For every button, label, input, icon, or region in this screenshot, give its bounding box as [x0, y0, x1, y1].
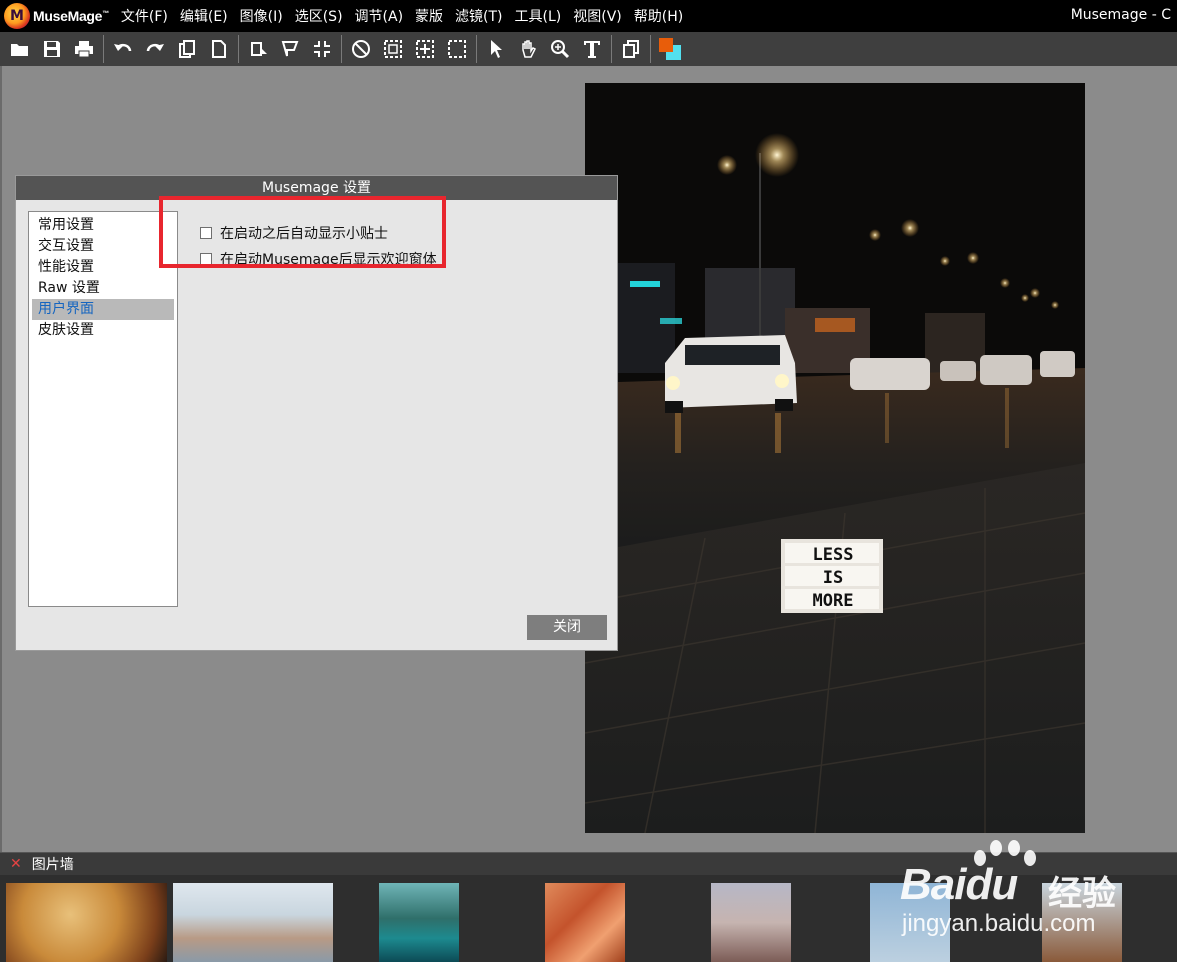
nav-item-user-interface[interactable]: 用户界面	[32, 299, 174, 320]
redo-icon[interactable]	[139, 34, 171, 64]
menu-edit[interactable]: 编辑(E)	[174, 6, 234, 26]
settings-nav-list: 常用设置 交互设置 性能设置 Raw 设置 用户界面 皮肤设置	[28, 211, 178, 607]
nav-item-general[interactable]: 常用设置	[32, 215, 174, 236]
toolbar-separator	[611, 35, 612, 63]
nav-item-performance[interactable]: 性能设置	[32, 257, 174, 278]
rect-select-icon[interactable]	[377, 34, 409, 64]
logo-letter: M	[10, 8, 24, 24]
undo-icon[interactable]	[107, 34, 139, 64]
no-selection-icon[interactable]	[345, 34, 377, 64]
new-page-icon[interactable]	[203, 34, 235, 64]
menu-image[interactable]: 图像(I)	[234, 6, 289, 26]
color-swatch-icon[interactable]	[654, 34, 686, 64]
flip-icon[interactable]	[274, 34, 306, 64]
menu-select[interactable]: 选区(S)	[289, 6, 349, 26]
sign-line-3: MORE	[813, 591, 854, 611]
open-folder-icon[interactable]	[4, 34, 36, 64]
logo-trademark: ™	[102, 10, 109, 18]
menu-view[interactable]: 视图(V)	[567, 6, 628, 26]
toolbar-separator	[650, 35, 651, 63]
thumbnail-venice[interactable]	[173, 883, 333, 962]
logo-name-text: MuseMage	[33, 8, 103, 24]
text-icon[interactable]	[576, 34, 608, 64]
menu-filter[interactable]: 滤镜(T)	[449, 6, 508, 26]
watermark-brand: Baidu	[900, 860, 1018, 909]
foreground-color-swatch[interactable]	[659, 38, 673, 52]
menu-mask[interactable]: 蒙版	[409, 6, 449, 26]
logo-badge: M	[4, 3, 30, 29]
nav-item-skin[interactable]: 皮肤设置	[32, 320, 174, 341]
sign-line-2: IS	[823, 568, 843, 588]
pointer-icon[interactable]	[480, 34, 512, 64]
layers-icon[interactable]	[615, 34, 647, 64]
hand-icon[interactable]	[512, 34, 544, 64]
crop-icon[interactable]	[306, 34, 338, 64]
toolbar-separator	[103, 35, 104, 63]
menu-file[interactable]: 文件(F)	[115, 6, 174, 26]
toolbar-separator	[341, 35, 342, 63]
image-canvas[interactable]: LESS IS MORE	[585, 83, 1085, 833]
toolbar-separator	[238, 35, 239, 63]
close-icon[interactable]: ✕	[10, 856, 22, 872]
copy-icon[interactable]	[171, 34, 203, 64]
thumbnail-canyon[interactable]	[545, 883, 625, 962]
sign-line-1: LESS	[813, 545, 854, 565]
nav-item-interaction[interactable]: 交互设置	[32, 236, 174, 257]
menu-bar: M MuseMage™ 文件(F) 编辑(E) 图像(I) 选区(S) 调节(A…	[0, 0, 1177, 32]
rotate-icon[interactable]	[242, 34, 274, 64]
thumbnail-lake[interactable]	[379, 883, 459, 962]
thumbnail-pizza[interactable]	[6, 883, 167, 962]
toolbar	[0, 32, 1177, 66]
thumbnail-colosseum[interactable]	[711, 883, 791, 962]
close-button[interactable]: 关闭	[527, 615, 607, 640]
menu-tools[interactable]: 工具(L)	[509, 6, 568, 26]
watermark-url: jingyan.baidu.com	[902, 910, 1096, 937]
select-dashed-icon[interactable]	[441, 34, 473, 64]
app-logo: M MuseMage™	[4, 3, 109, 29]
baidu-watermark: Baidu 经验 jingyan.baidu.com	[880, 838, 1140, 962]
watermark-cn: 经验	[1048, 874, 1116, 914]
select-add-icon[interactable]	[409, 34, 441, 64]
picture-wall-title: 图片墙	[31, 857, 74, 873]
toolbar-separator	[476, 35, 477, 63]
highlight-annotation-box	[159, 196, 446, 268]
zoom-icon[interactable]	[544, 34, 576, 64]
save-icon[interactable]	[36, 34, 68, 64]
window-title: Musemage - C	[1070, 7, 1171, 23]
print-icon[interactable]	[68, 34, 100, 64]
menu-help[interactable]: 帮助(H)	[628, 6, 689, 26]
settings-dialog: Musemage 设置 常用设置 交互设置 性能设置 Raw 设置 用户界面 皮…	[15, 175, 618, 651]
street-photo: LESS IS MORE	[585, 83, 1085, 833]
menu-adjust[interactable]: 调节(A)	[349, 6, 410, 26]
logo-name: MuseMage™	[33, 8, 109, 24]
nav-item-raw[interactable]: Raw 设置	[32, 278, 174, 299]
